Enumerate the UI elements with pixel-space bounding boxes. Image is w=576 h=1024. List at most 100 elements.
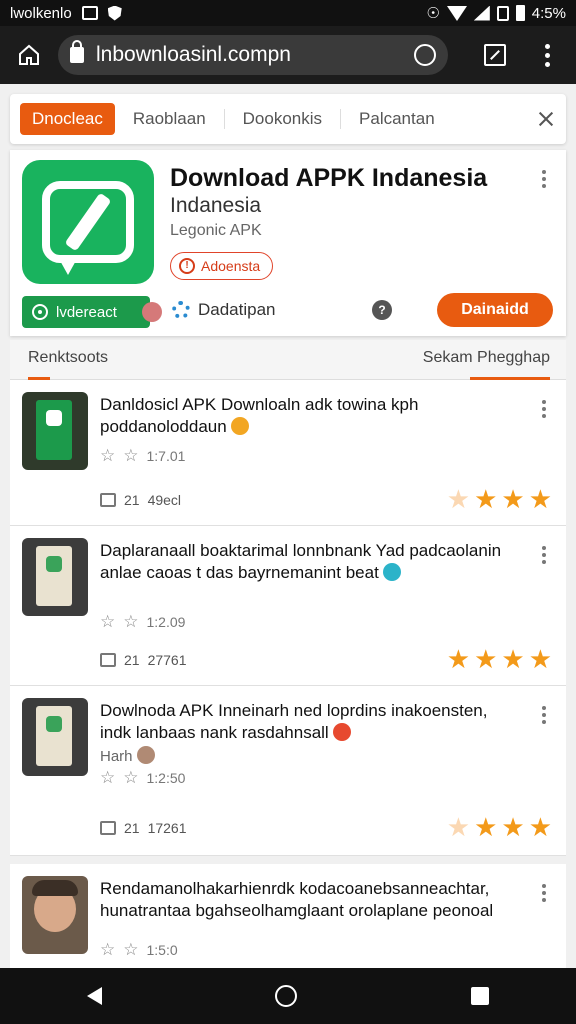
star-icon: ★ [528,812,552,842]
list-item[interactable]: Dowlnoda APK Inneinarh ned loprdins inak… [10,686,566,856]
sim-icon [496,5,509,21]
post-text: Daplaranaall boaktarimal lonnbnank Yad p… [100,541,502,582]
alert-icon: ! [179,258,195,274]
post-more-button[interactable] [539,546,549,564]
star-icon: ★ [501,812,525,842]
tab-sort[interactable]: Sekam Phegghap [423,349,550,367]
lock-icon [70,40,84,63]
post-text: Danldosicl APK Downloaln adk towina kph … [100,395,419,436]
app-developer: Legonic APK [170,222,262,239]
post-thumbnail [22,392,88,470]
app-card: Download APPK Indanesia Indanesia Legoni… [10,150,566,336]
post-meta: ☆ ☆ 1:2.09 [100,612,186,631]
post-thumbnail [22,698,88,776]
download-button[interactable]: Dainaidd [437,293,553,327]
tab-active[interactable]: Dnocleac [20,103,115,135]
star-icon: ☆ [100,768,116,787]
tab-item[interactable]: Palcantan [340,109,453,129]
post-text: Dowlnoda APK Inneinarh ned loprdins inak… [100,700,520,768]
app-more-button[interactable] [539,170,549,188]
info-icon[interactable]: ? [372,300,392,320]
emoji-icon [332,723,351,741]
star-icon: ★ [446,644,471,674]
category-link[interactable]: Dadatipan [172,300,276,320]
emoji-icon [230,417,249,435]
status-bar: lwolkenlo ☉ 4:5% [0,0,576,26]
verified-icon [32,304,48,320]
reader-mode-icon[interactable] [414,44,436,66]
verified-label: lvdereact [56,303,117,321]
star-icon: ★ [446,812,471,842]
post-thumbnail [22,538,88,616]
system-nav-bar [0,968,576,1024]
shield-icon [107,5,122,21]
star-icon: ☆ [123,446,139,465]
tab-item[interactable]: Dookonkis [223,109,340,129]
star-icon: ☆ [100,446,116,465]
post-meta: ☆ ☆ 1:5:0 [100,940,178,959]
browser-menu-button[interactable] [528,36,566,74]
tabs-icon [484,44,506,66]
signal-icon [473,5,490,21]
tab-item[interactable]: Raoblaan [115,109,224,129]
close-icon[interactable] [536,109,556,129]
home-nav-button[interactable] [275,985,298,1007]
browser-toolbar: lnbownloasinl.compn [0,26,576,84]
category-tabs: Dnocleac Raoblaan Dookonkis Palcantan [10,94,566,144]
app-subtitle: Indanesia [170,194,262,217]
star-icon: ☆ [123,940,139,959]
star-icon: ★ [474,812,498,842]
post-thumbnail [22,876,88,954]
rating-stars: ★ ★ ★ ★ [447,814,552,840]
back-button[interactable] [86,987,102,1005]
notification-icon [81,6,98,20]
star-icon: ★ [528,484,552,514]
post-stats: 21 27761 [100,652,187,668]
url-bar[interactable]: lnbownloasinl.compn [58,35,448,75]
post-author: Harh [100,746,520,768]
star-icon: ★ [501,484,525,514]
like-icon[interactable] [100,821,116,835]
post-more-button[interactable] [539,706,549,724]
list-item[interactable]: Daplaranaall boaktarimal lonnbnank Yad p… [10,526,566,686]
app-title: Download APPK Indanesia [170,164,488,192]
battery-icon [515,5,525,21]
like-icon[interactable] [100,493,116,507]
star-icon: ★ [474,484,498,514]
recents-button[interactable] [471,987,490,1005]
star-icon: ☆ [100,940,116,959]
emoji-icon [382,563,401,581]
app-badge[interactable]: ! Adoensta [170,252,274,280]
verified-button[interactable]: lvdereact [22,296,162,328]
badge-label: Adoensta [201,258,261,274]
page-content: Dnocleac Raoblaan Dookonkis Palcantan Do… [0,84,576,968]
rating-stars: ★ ★ ★ ★ [447,486,552,512]
url-text: lnbownloasinl.compn [96,43,291,66]
post-more-button[interactable] [539,884,549,902]
vibrate-icon: ☉ [426,5,440,22]
list-item[interactable]: Rendamanolhakarhienrdk kodacoanebsanneac… [10,864,566,968]
post-more-button[interactable] [539,400,549,418]
home-button[interactable] [10,36,48,74]
section-tabs: Renktsoots Sekam Phegghap [10,340,566,380]
post-meta: ☆ ☆ 1:7.01 [100,446,186,465]
post-meta: ☆ ☆ 1:2:50 [100,768,186,787]
carrier-text: lwolkenlo [10,4,72,22]
list-item[interactable]: Danldosicl APK Downloaln adk towina kph … [10,380,566,526]
wifi-icon [446,5,467,21]
tab-reviews[interactable]: Renktsoots [28,349,108,367]
like-icon[interactable] [100,653,116,667]
star-icon: ★ [528,644,552,674]
battery-text: 4:5% [531,4,566,22]
gear-icon [172,301,190,319]
app-logo [22,160,154,284]
more-vert-icon [544,43,550,67]
avatar [136,746,155,764]
post-text: Rendamanolhakarhienrdk kodacoanebsanneac… [100,879,494,920]
post-stats: 21 17261 [100,820,187,836]
star-icon: ★ [501,644,525,674]
post-stats: 21 49ecl [100,492,181,508]
review-feed: Danldosicl APK Downloaln adk towina kph … [10,380,566,968]
tab-switcher-button[interactable] [476,36,514,74]
star-icon: ☆ [123,612,139,631]
